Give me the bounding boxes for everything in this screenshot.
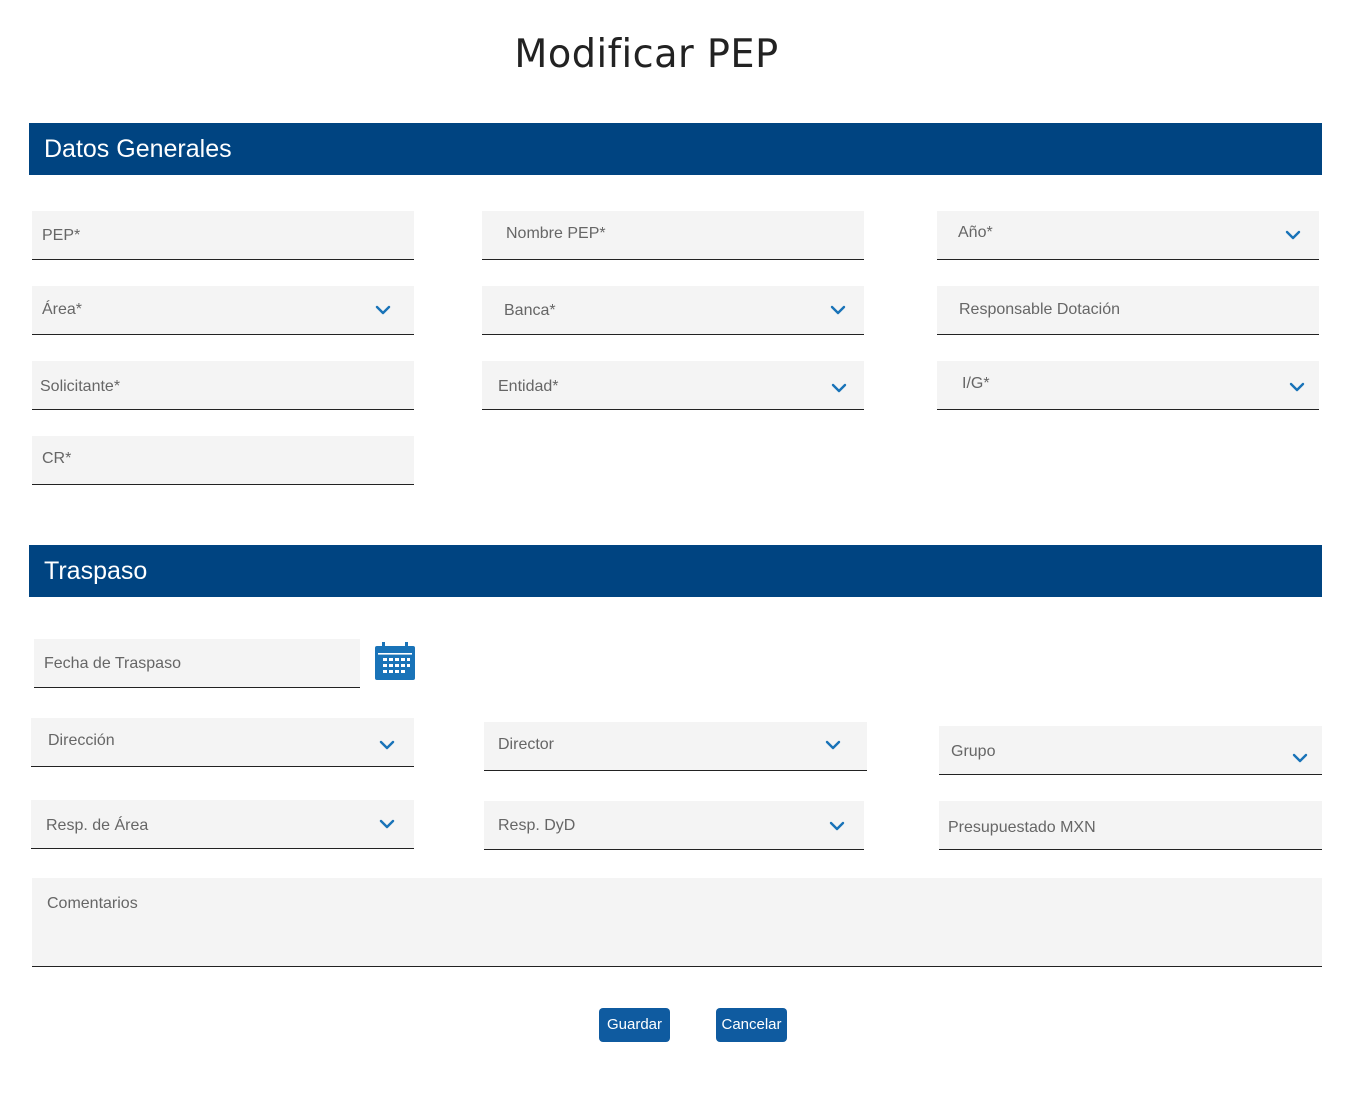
grupo-label: Grupo — [951, 743, 996, 760]
solicitante-field[interactable]: Solicitante* — [32, 361, 414, 410]
comentarios-textarea[interactable]: Comentarios — [32, 878, 1322, 967]
pep-field[interactable]: PEP* — [32, 211, 414, 260]
page-title: Modificar PEP — [514, 32, 779, 77]
anio-select[interactable]: Año* — [937, 211, 1319, 260]
cr-field[interactable]: CR* — [32, 436, 414, 485]
responsable-dotacion-field[interactable]: Responsable Dotación — [937, 286, 1319, 335]
entidad-label: Entidad* — [498, 378, 559, 395]
chevron-down-icon — [1289, 379, 1305, 395]
nombre-pep-label: Nombre PEP* — [506, 225, 606, 242]
solicitante-label: Solicitante* — [40, 378, 121, 395]
area-select[interactable]: Área* — [32, 286, 414, 335]
director-select[interactable]: Director — [484, 722, 867, 771]
responsable-dotacion-label: Responsable Dotación — [959, 301, 1120, 318]
pep-label: PEP* — [42, 227, 81, 244]
chevron-down-icon — [830, 302, 846, 318]
resp-dyd-select[interactable]: Resp. DyD — [484, 801, 864, 850]
comentarios-label: Comentarios — [47, 895, 138, 912]
area-label: Área* — [42, 301, 83, 318]
entidad-select[interactable]: Entidad* — [482, 361, 864, 410]
fecha-traspaso-field[interactable]: Fecha de Traspaso — [34, 639, 360, 688]
chevron-down-icon — [375, 302, 391, 318]
chevron-down-icon — [1285, 227, 1301, 243]
grupo-select[interactable]: Grupo — [939, 726, 1322, 775]
section-header-traspaso: Traspaso — [29, 545, 1322, 597]
chevron-down-icon — [825, 737, 841, 753]
presupuestado-field[interactable]: Presupuestado MXN — [939, 801, 1322, 850]
chevron-down-icon — [829, 818, 845, 834]
resp-area-select[interactable]: Resp. de Área — [31, 800, 414, 849]
banca-label: Banca* — [504, 302, 556, 319]
ig-label: I/G* — [962, 375, 990, 392]
cr-label: CR* — [42, 450, 72, 467]
section-header-datos-generales: Datos Generales — [29, 123, 1322, 175]
direccion-select[interactable]: Dirección — [31, 718, 414, 767]
chevron-down-icon — [379, 816, 395, 832]
resp-dyd-label: Resp. DyD — [498, 817, 576, 834]
chevron-down-icon — [831, 380, 847, 396]
nombre-pep-field[interactable]: Nombre PEP* — [482, 211, 864, 260]
save-button[interactable]: Guardar — [599, 1008, 670, 1042]
fecha-traspaso-label: Fecha de Traspaso — [44, 655, 181, 672]
cancel-button[interactable]: Cancelar — [716, 1008, 787, 1042]
chevron-down-icon — [379, 737, 395, 753]
resp-area-label: Resp. de Área — [46, 817, 149, 834]
director-label: Director — [498, 736, 555, 753]
calendar-icon[interactable] — [375, 642, 415, 680]
chevron-down-icon — [1292, 750, 1308, 766]
direccion-label: Dirección — [48, 732, 115, 749]
ig-select[interactable]: I/G* — [937, 361, 1319, 410]
banca-select[interactable]: Banca* — [482, 286, 864, 335]
anio-label: Año* — [958, 224, 993, 241]
presupuestado-label: Presupuestado MXN — [948, 819, 1096, 836]
